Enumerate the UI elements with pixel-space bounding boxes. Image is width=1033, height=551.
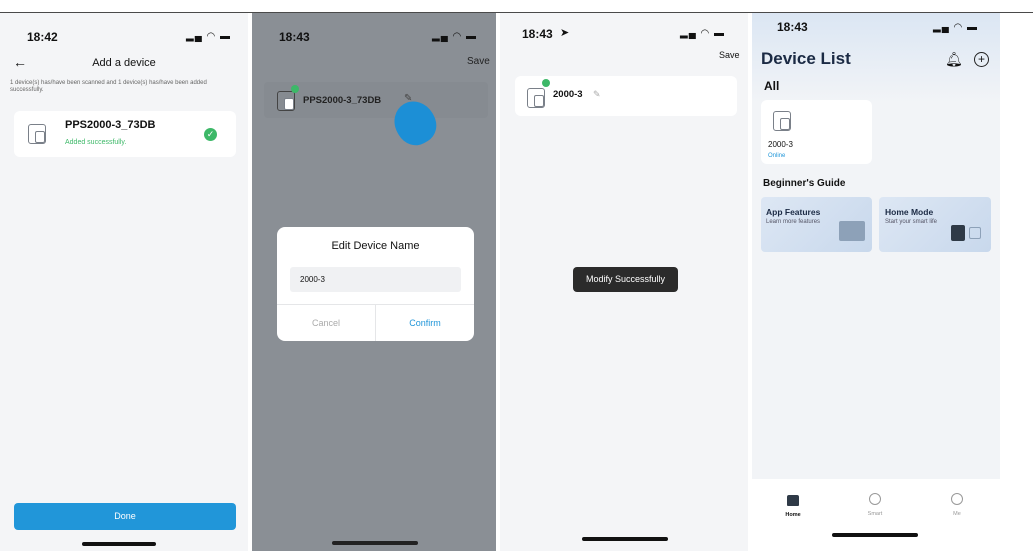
status-icons: ▂▄ ◠ ▬ — [933, 22, 979, 33]
add-device-icon[interactable]: + — [974, 52, 989, 67]
device-status: Online — [768, 153, 786, 159]
save-button[interactable]: Save — [719, 50, 740, 60]
status-icons: ▂▄ ◠ ▬ — [680, 28, 726, 39]
device-name: PPS2000-3_73DB — [303, 95, 382, 106]
added-device-card[interactable]: PPS2000-3_73DB Added successfully. ✓ — [14, 111, 236, 157]
smart-tab-icon[interactable] — [869, 493, 881, 505]
screen-add-device: 18:42 ▂▄ ◠ ▬ ← Add a device 1 device(s) … — [0, 13, 248, 551]
screen-edit-name: 18:43 ▂▄ ◠ ▬ Save PPS2000-3_73DB ✎ Edit … — [252, 13, 496, 551]
device-row: PPS2000-3_73DB ✎ — [264, 82, 488, 118]
status-icons: ▂▄ ◠ ▬ — [432, 31, 478, 42]
done-button[interactable]: Done — [14, 503, 236, 530]
guide-card-app-features[interactable]: App Features Learn more features — [761, 197, 872, 252]
check-icon: ✓ — [204, 128, 217, 141]
device-row[interactable]: 2000-3 ✎ — [515, 76, 737, 116]
edit-name-dialog: Edit Device Name 2000-3 Cancel Confirm — [277, 227, 474, 341]
bell-icon[interactable]: 🔔︎ — [945, 51, 963, 68]
page-title: Add a device — [92, 57, 156, 69]
me-tab-label[interactable]: Me — [945, 511, 969, 517]
status-time: 18:43 — [279, 30, 310, 44]
device-card[interactable]: 2000-3 Online — [761, 100, 872, 164]
guide-card-title: Home Mode — [885, 207, 934, 217]
device-name: 2000-3 — [553, 89, 583, 100]
cancel-button[interactable]: Cancel — [277, 318, 375, 328]
device-icon — [773, 111, 791, 131]
guide-card-title: App Features — [766, 207, 821, 217]
toast-message: Modify Successfully — [573, 267, 678, 292]
name-input-value: 2000-3 — [300, 275, 325, 284]
home-indicator — [332, 541, 418, 545]
home-tab-label[interactable]: Home — [781, 512, 805, 518]
bottom-nav: Home Smart Me — [752, 479, 1000, 551]
status-icons: ▂▄ ◠ ▬ — [186, 31, 232, 42]
edit-pencil-icon[interactable]: ✎ — [593, 89, 601, 100]
home-indicator — [832, 533, 918, 537]
location-arrow-icon: ➤ — [560, 27, 570, 39]
dialog-title: Edit Device Name — [331, 240, 420, 252]
screen-rename-success: 18:43 ➤ ▂▄ ◠ ▬ Save 2000-3 ✎ Modify Succ… — [500, 13, 748, 551]
status-time: 18:42 — [27, 30, 58, 44]
home-illustration — [951, 225, 965, 241]
page-title: Device List — [761, 49, 851, 68]
status-time: 18:43 — [777, 20, 808, 34]
scan-info-text: 1 device(s) has/have been scanned and 1 … — [10, 80, 207, 93]
name-input[interactable]: 2000-3 — [290, 267, 461, 292]
device-icon — [28, 124, 46, 144]
status-time: 18:43 — [522, 27, 553, 41]
guide-title: Beginner's Guide — [763, 178, 846, 189]
section-all: All — [764, 79, 780, 93]
home-tab-icon[interactable] — [787, 495, 799, 506]
home-illustration-device — [969, 227, 981, 239]
save-button[interactable]: Save — [467, 56, 490, 67]
feature-illustration — [839, 221, 865, 241]
device-icon — [527, 88, 545, 108]
device-status: Added successfully. — [65, 139, 127, 146]
me-tab-icon[interactable] — [951, 493, 963, 505]
confirm-button[interactable]: Confirm — [376, 318, 474, 328]
online-dot — [542, 79, 550, 87]
home-indicator — [82, 542, 156, 546]
device-icon — [277, 91, 295, 111]
device-name: PPS2000-3_73DB — [65, 119, 156, 131]
guide-card-home-mode[interactable]: Home Mode Start your smart life — [879, 197, 991, 252]
device-name: 2000-3 — [768, 140, 793, 149]
online-dot — [291, 85, 299, 93]
home-indicator — [582, 537, 668, 541]
screen-device-list: 18:43 ▂▄ ◠ ▬ Device List 🔔︎ + All 2000-3… — [752, 13, 1000, 551]
guide-card-subtitle: Start your smart life — [885, 219, 938, 225]
guide-card-subtitle: Learn more features — [766, 219, 821, 225]
smart-tab-label[interactable]: Smart — [863, 511, 887, 517]
